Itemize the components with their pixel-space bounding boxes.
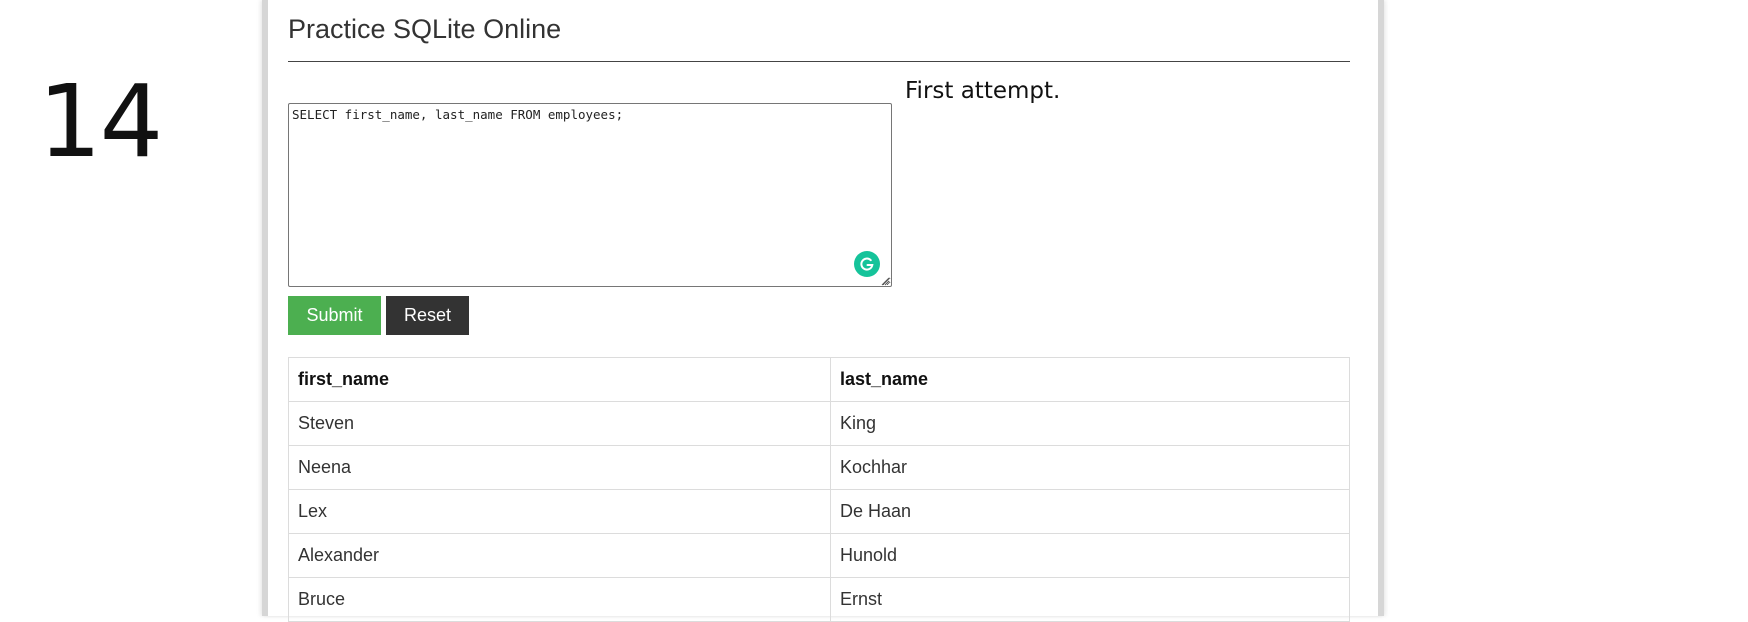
table-cell: Alexander — [288, 533, 831, 578]
slide-number: 14 — [38, 63, 163, 180]
table-cell: Lex — [288, 489, 831, 534]
results-table: first_name last_name Steven King Neena K… — [288, 357, 1350, 622]
table-cell: Hunold — [830, 533, 1350, 578]
grammarly-icon[interactable] — [854, 251, 880, 277]
submit-button[interactable]: Submit — [288, 296, 381, 335]
annotation-note: First attempt. — [905, 78, 1061, 104]
table-cell: De Haan — [830, 489, 1350, 534]
table-header-row: first_name last_name — [288, 357, 1350, 402]
table-cell: Bruce — [288, 577, 831, 622]
table-row: Lex De Haan — [288, 489, 1350, 534]
table-row: Steven King — [288, 401, 1350, 446]
table-cell: Kochhar — [830, 445, 1350, 490]
reset-button[interactable]: Reset — [386, 296, 469, 335]
column-header: last_name — [830, 357, 1350, 402]
column-header: first_name — [288, 357, 831, 402]
page-title: Practice SQLite Online — [288, 14, 562, 44]
resize-handle-icon[interactable] — [880, 276, 890, 286]
table-cell: King — [830, 401, 1350, 446]
table-row: Alexander Hunold — [288, 533, 1350, 578]
table-row: Neena Kochhar — [288, 445, 1350, 490]
sql-query-input[interactable]: SELECT first_name, last_name FROM employ… — [288, 103, 892, 287]
table-cell: Ernst — [830, 577, 1350, 622]
table-cell: Neena — [288, 445, 831, 490]
table-row: Bruce Ernst — [288, 577, 1350, 622]
table-cell: Steven — [288, 401, 831, 446]
title-divider — [288, 61, 1350, 62]
